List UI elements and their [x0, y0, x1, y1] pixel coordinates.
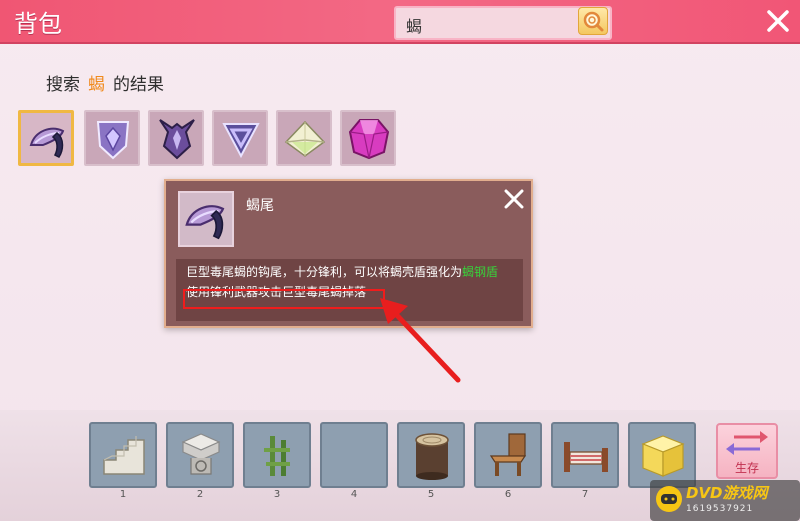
survival-mode-label: 生存: [734, 461, 759, 475]
result-slot-4[interactable]: [212, 110, 268, 166]
hotbar-number-1: 1: [119, 489, 127, 500]
triangle-badge-icon: [222, 123, 260, 159]
hotbar-number-7: 7: [581, 489, 589, 500]
result-slot-2[interactable]: [84, 110, 140, 166]
tooltip-close-button[interactable]: [502, 187, 526, 211]
search-result-label: 搜索蝎的结果: [46, 70, 164, 95]
watermark: DVD游戏网 1619537921: [650, 480, 800, 521]
tooltip-item-name: 蝎尾: [246, 198, 274, 214]
pink-gem-icon: [348, 119, 390, 160]
swap-arrows-icon: [726, 431, 768, 455]
result-suffix: 的结果: [113, 75, 164, 95]
scorpion-tail-icon: [29, 127, 65, 158]
tooltip-item-slot: [178, 191, 234, 247]
close-button[interactable]: [763, 6, 793, 36]
log-icon: [415, 433, 449, 480]
hotbar-slot-7[interactable]: [551, 422, 619, 488]
wooden-chair-icon: [489, 433, 527, 476]
search-value: 蝎: [406, 17, 423, 36]
gamepad-icon: [656, 486, 682, 512]
hotbar-slot-1[interactable]: [89, 422, 157, 488]
stairs-block-icon: [103, 436, 145, 475]
result-prefix: 搜索: [46, 75, 80, 95]
hotbar-number-4: 4: [350, 489, 358, 500]
hotbar-slot-2[interactable]: [166, 422, 234, 488]
hotbar-slot-6[interactable]: [474, 422, 542, 488]
survival-mode-button[interactable]: 生存: [716, 423, 778, 479]
spiked-helmet-icon: [159, 119, 195, 160]
search-button[interactable]: [578, 7, 608, 35]
hotbar-number-2: 2: [196, 489, 204, 500]
purple-shield-icon: [96, 121, 130, 160]
result-slot-6[interactable]: [340, 110, 396, 166]
highlight-box: [183, 289, 385, 309]
hotbar-slot-4[interactable]: [320, 422, 388, 488]
desc-line-1: 巨型毒尾蝎的钩尾，十分锋利，可以将蝎壳盾强化为蝎钢盾: [186, 265, 499, 279]
bed-icon: [564, 442, 608, 472]
close-icon: [767, 10, 789, 32]
result-slot-5[interactable]: [276, 110, 332, 166]
yellow-block-icon: [641, 435, 685, 477]
result-slot-3[interactable]: [148, 110, 204, 166]
hotbar-slot-3[interactable]: [243, 422, 311, 488]
bamboo-icon: [264, 436, 290, 476]
hotbar-number-6: 6: [504, 489, 512, 500]
scorpion-tail-icon: [185, 205, 225, 240]
magnifier-icon: [583, 11, 604, 32]
close-icon: [504, 189, 524, 209]
result-slot-1[interactable]: [18, 110, 74, 166]
hotbar-slot-8[interactable]: [628, 422, 696, 488]
watermark-code: 1619537921: [686, 504, 754, 514]
pillar-base-icon: [181, 433, 221, 475]
crystal-gem-icon: [284, 120, 326, 157]
desc-highlight: 蝎钢盾: [462, 265, 499, 279]
watermark-name: DVD游戏网: [686, 484, 768, 502]
hotbar-number-5: 5: [427, 489, 435, 500]
window-title: 背包: [14, 10, 62, 38]
hotbar-number-3: 3: [273, 489, 281, 500]
hotbar-slot-5[interactable]: [397, 422, 465, 488]
result-keyword: 蝎: [88, 75, 105, 95]
annotation-arrow-icon: [380, 298, 461, 383]
